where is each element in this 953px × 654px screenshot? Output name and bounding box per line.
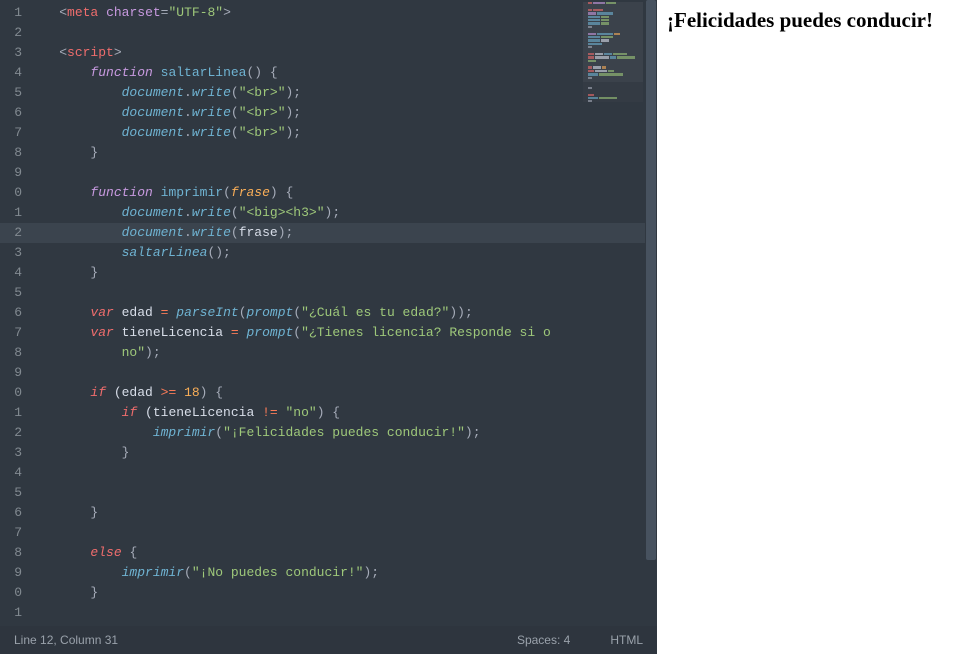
line-number: 4 bbox=[0, 463, 28, 483]
code-line[interactable] bbox=[28, 363, 645, 383]
code-line[interactable] bbox=[28, 163, 645, 183]
code-line[interactable] bbox=[28, 23, 645, 43]
line-number: 5 bbox=[0, 483, 28, 503]
line-number: 2 bbox=[0, 23, 28, 43]
line-number: 4 bbox=[0, 263, 28, 283]
line-number: 0 bbox=[0, 583, 28, 603]
code-area[interactable]: <meta charset="UTF-8"> <script> function… bbox=[28, 0, 645, 626]
line-number: 3 bbox=[0, 443, 28, 463]
line-number: 0 bbox=[0, 383, 28, 403]
code-line[interactable]: document.write("<br>"); bbox=[28, 83, 645, 103]
line-number: 0 bbox=[0, 183, 28, 203]
line-number: 1 bbox=[0, 403, 28, 423]
line-number: 8 bbox=[0, 343, 28, 363]
code-line[interactable]: function imprimir(frase) { bbox=[28, 183, 645, 203]
code-line[interactable]: } bbox=[28, 443, 645, 463]
line-number: 5 bbox=[0, 83, 28, 103]
line-number: 3 bbox=[0, 243, 28, 263]
code-line[interactable]: imprimir("¡No puedes conducir!"); bbox=[28, 563, 645, 583]
line-number: 1 bbox=[0, 603, 28, 623]
code-line[interactable] bbox=[28, 523, 645, 543]
code-line[interactable]: document.write("<br>"); bbox=[28, 103, 645, 123]
status-language[interactable]: HTML bbox=[610, 633, 643, 647]
line-number: 2 bbox=[0, 223, 28, 243]
line-number: 7 bbox=[0, 323, 28, 343]
code-line[interactable]: <script> bbox=[28, 43, 645, 63]
app-root: 1234567890123456789012345678901 <meta ch… bbox=[0, 0, 953, 654]
code-line[interactable]: <meta charset="UTF-8"> bbox=[28, 3, 645, 23]
output-message: ¡Felicidades puedes conducir! bbox=[667, 8, 943, 33]
code-line[interactable]: var edad = parseInt(prompt("¿Cuál es tu … bbox=[28, 303, 645, 323]
code-line[interactable]: } bbox=[28, 583, 645, 603]
minimap[interactable] bbox=[583, 2, 643, 102]
code-line[interactable]: document.write("<br>"); bbox=[28, 123, 645, 143]
code-line[interactable] bbox=[28, 483, 645, 503]
line-number: 2 bbox=[0, 423, 28, 443]
code-line[interactable] bbox=[28, 283, 645, 303]
line-number: 7 bbox=[0, 523, 28, 543]
code-line[interactable] bbox=[28, 463, 645, 483]
line-number: 1 bbox=[0, 203, 28, 223]
status-indentation[interactable]: Spaces: 4 bbox=[517, 633, 570, 647]
code-line[interactable]: else { bbox=[28, 543, 645, 563]
line-number: 8 bbox=[0, 543, 28, 563]
code-line[interactable]: saltarLinea(); bbox=[28, 243, 645, 263]
scrollbar-thumb[interactable] bbox=[646, 0, 656, 560]
line-number: 6 bbox=[0, 303, 28, 323]
code-line[interactable]: } bbox=[28, 143, 645, 163]
vertical-scrollbar[interactable] bbox=[645, 0, 657, 626]
code-editor[interactable]: 1234567890123456789012345678901 <meta ch… bbox=[0, 0, 657, 654]
line-number-gutter: 1234567890123456789012345678901 bbox=[0, 0, 28, 626]
line-number: 4 bbox=[0, 63, 28, 83]
code-line[interactable]: document.write(frase); bbox=[28, 223, 645, 243]
code-line[interactable] bbox=[28, 603, 645, 623]
code-line[interactable]: var tieneLicencia = prompt("¿Tienes lice… bbox=[28, 323, 645, 343]
line-number: 8 bbox=[0, 143, 28, 163]
code-line[interactable]: if (tieneLicencia != "no") { bbox=[28, 403, 645, 423]
line-number: 7 bbox=[0, 123, 28, 143]
line-number: 9 bbox=[0, 563, 28, 583]
code-line[interactable]: } bbox=[28, 503, 645, 523]
status-cursor-position[interactable]: Line 12, Column 31 bbox=[14, 633, 118, 647]
code-line[interactable]: } bbox=[28, 263, 645, 283]
code-line[interactable]: document.write("<big><h3>"); bbox=[28, 203, 645, 223]
code-line[interactable]: imprimir("¡Felicidades puedes conducir!"… bbox=[28, 423, 645, 443]
code-line[interactable]: no"); bbox=[28, 343, 645, 363]
line-number: 6 bbox=[0, 503, 28, 523]
code-line[interactable]: function saltarLinea() { bbox=[28, 63, 645, 83]
line-number: 9 bbox=[0, 163, 28, 183]
line-number: 9 bbox=[0, 363, 28, 383]
line-number: 1 bbox=[0, 3, 28, 23]
line-number: 3 bbox=[0, 43, 28, 63]
code-line[interactable]: if (edad >= 18) { bbox=[28, 383, 645, 403]
line-number: 5 bbox=[0, 283, 28, 303]
line-number: 6 bbox=[0, 103, 28, 123]
browser-preview-pane: ¡Felicidades puedes conducir! bbox=[657, 0, 953, 654]
status-bar: Line 12, Column 31 Spaces: 4 HTML bbox=[0, 626, 657, 654]
